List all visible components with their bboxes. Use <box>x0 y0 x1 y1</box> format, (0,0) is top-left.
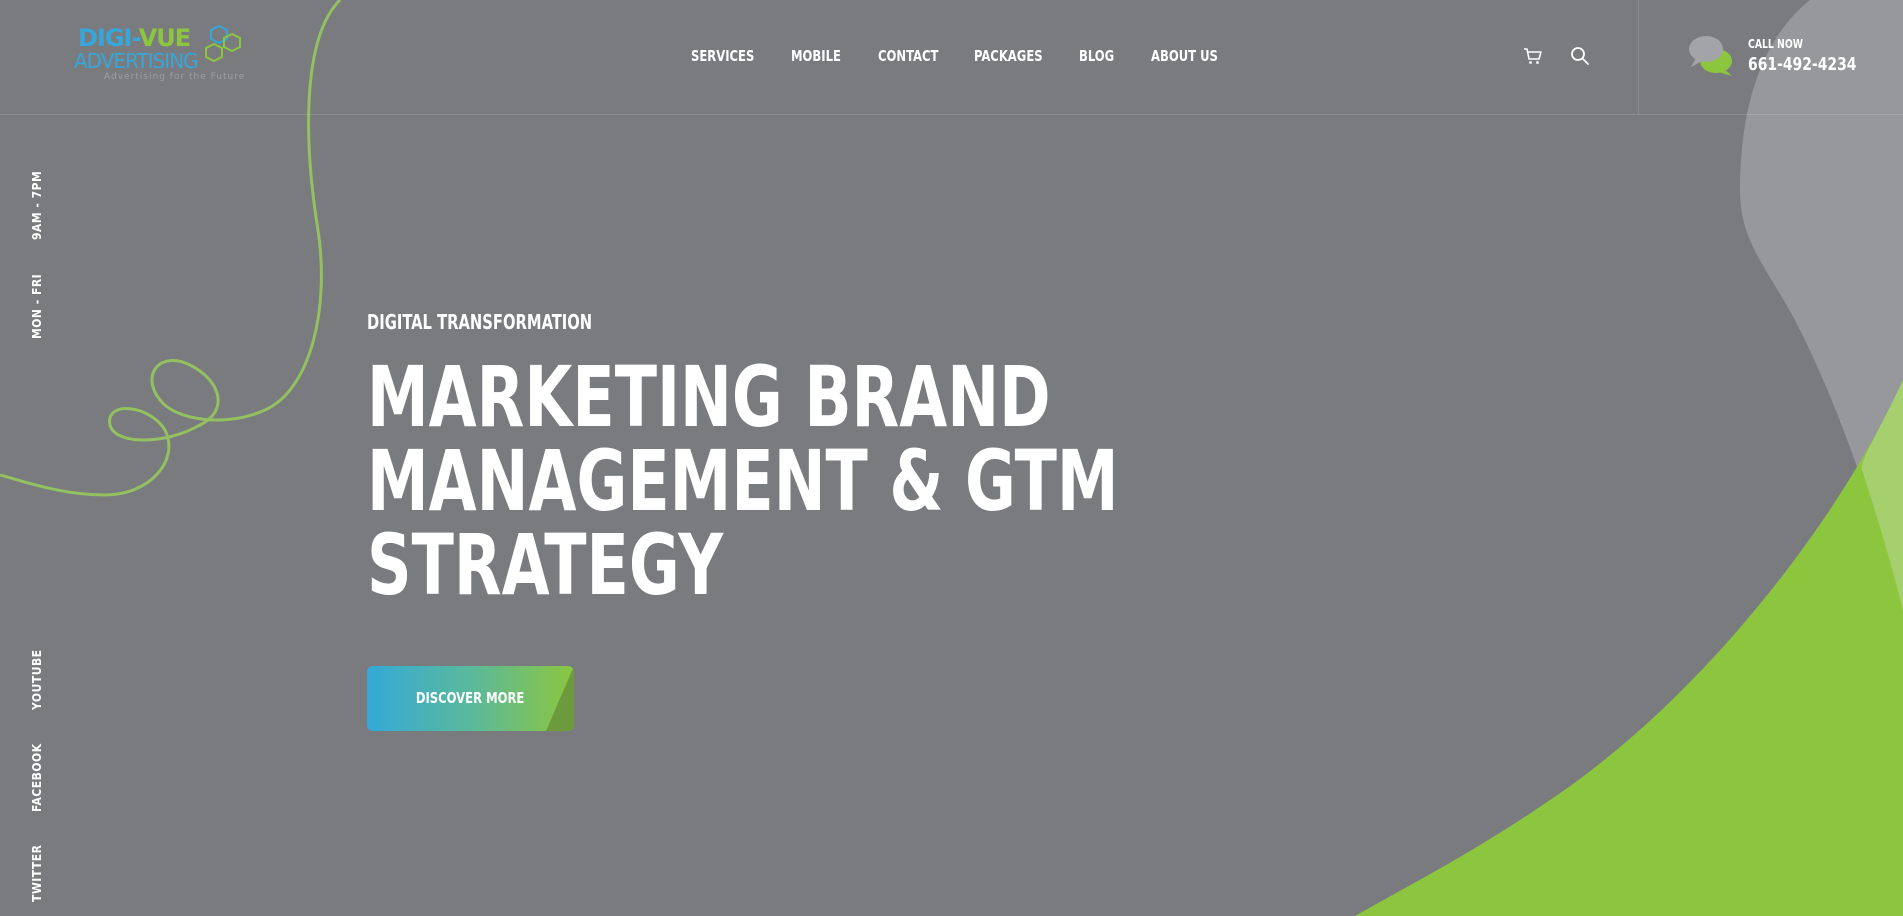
hero-eyebrow: DIGITAL TRANSFORMATION <box>367 310 593 334</box>
facebook-link[interactable]: FACEBOOK <box>30 743 44 812</box>
hexagon-icon <box>205 24 241 63</box>
search-button[interactable] <box>1569 45 1591 67</box>
nav-item-mobile[interactable]: MOBILE <box>791 43 866 69</box>
logo-wordmark-bottom: ADVERTISING <box>74 49 199 73</box>
logo-wordmark-top: DIGI-VUE <box>78 24 191 52</box>
nav-item-packages[interactable]: PACKAGES <box>974 43 1064 69</box>
nav-item-contact[interactable]: CONTACT <box>878 43 961 69</box>
twitter-link[interactable]: TWITTER <box>30 845 44 903</box>
discover-more-button[interactable]: DISCOVER MORE <box>367 666 574 731</box>
header-divider <box>1638 0 1639 114</box>
page: DIGI-VUE ADVERTISING Advertising for the… <box>0 0 1903 916</box>
site-header: DIGI-VUE ADVERTISING Advertising for the… <box>0 0 1903 115</box>
logo-tagline: Advertising for the Future <box>104 72 246 82</box>
business-hours: 9AM - 7PM <box>30 170 44 240</box>
cart-button[interactable] <box>1522 45 1544 67</box>
search-icon <box>1571 47 1589 65</box>
green-wave-shape <box>1355 380 1903 916</box>
hero-title-line-3: STRATEGY <box>367 516 724 614</box>
phone-number-link[interactable]: 661-492-4234 <box>1748 54 1856 75</box>
business-days: MON - FRI <box>30 273 44 339</box>
nav-item-blog[interactable]: BLOG <box>1079 43 1141 69</box>
hero-title-line-2: MANAGEMENT & GTM <box>367 432 1119 530</box>
nav-item-about-us[interactable]: ABOUT US <box>1151 43 1220 69</box>
hero-title: MARKETING BRAND MANAGEMENT & GTM STRATEG… <box>367 355 1119 607</box>
call-now-label: CALL NOW <box>1748 37 1803 51</box>
hero-title-line-1: MARKETING BRAND <box>367 348 1051 446</box>
main-nav: SERVICES MOBILE CONTACT PACKAGES BLOG AB… <box>691 43 1231 69</box>
chat-bubbles-icon <box>1689 36 1732 76</box>
site-logo[interactable]: DIGI-VUE ADVERTISING Advertising for the… <box>72 22 252 86</box>
youtube-link[interactable]: YOUTUBE <box>30 649 44 710</box>
cart-icon <box>1524 48 1542 64</box>
nav-item-services[interactable]: SERVICES <box>691 43 777 69</box>
discover-more-label: DISCOVER MORE <box>416 689 525 707</box>
